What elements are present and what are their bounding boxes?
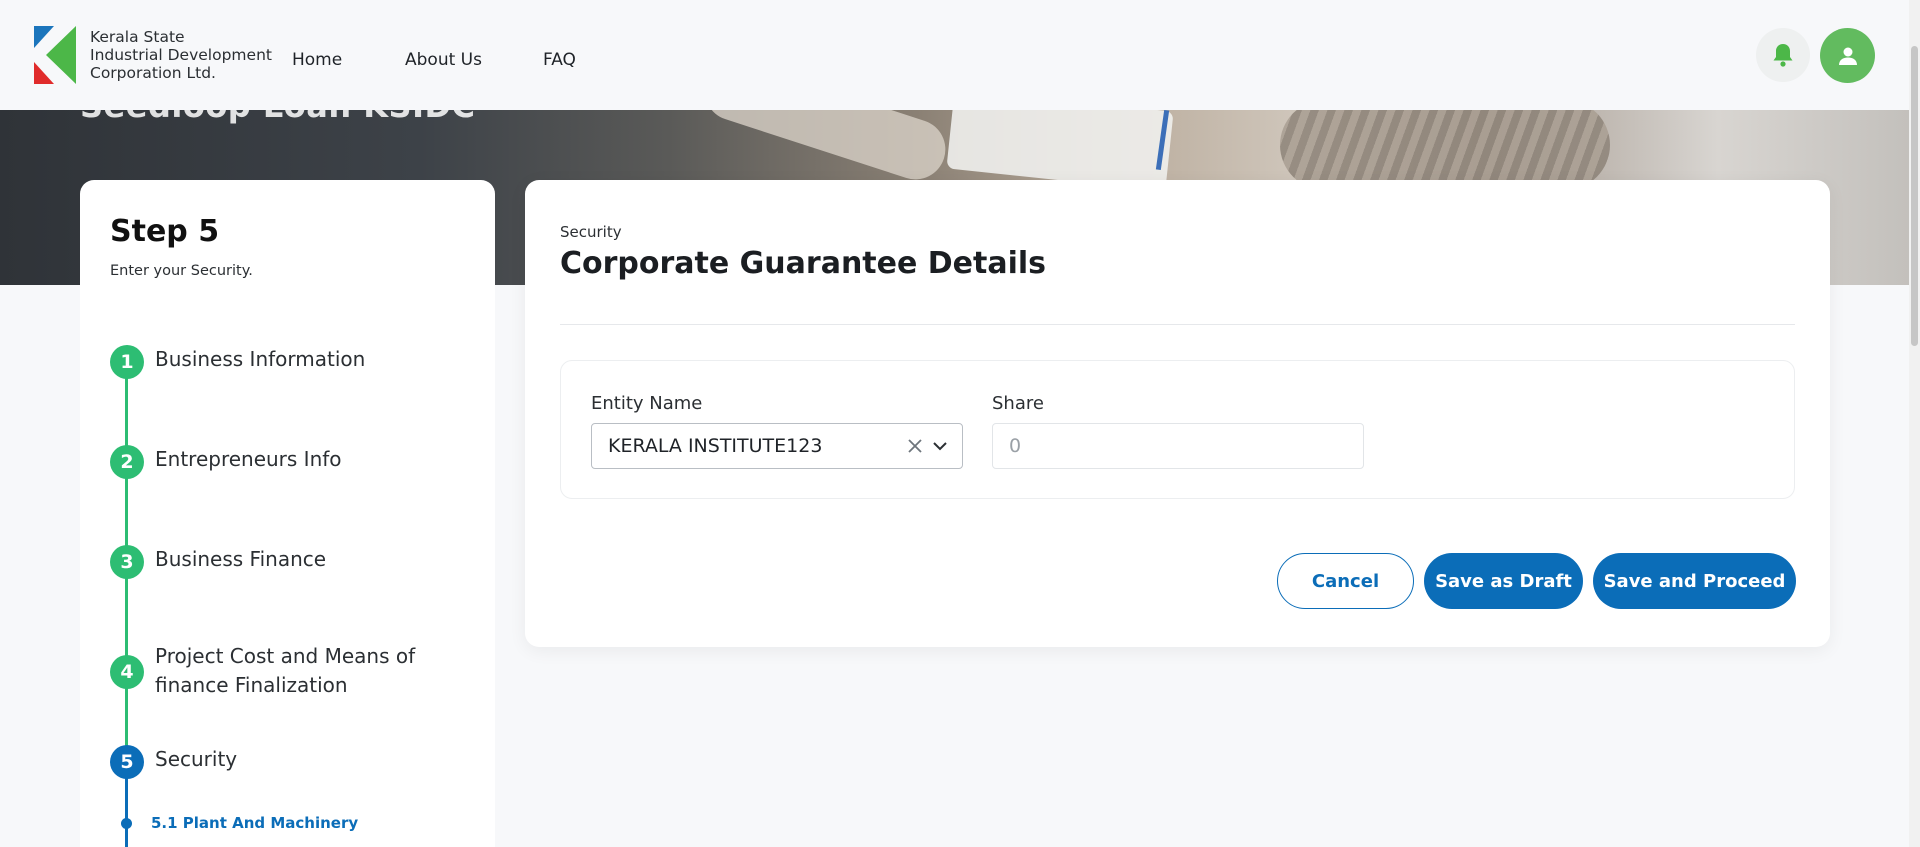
step-business-information[interactable]: 1 Business Information: [110, 345, 455, 379]
step-label: Business Finance: [155, 547, 327, 571]
chevron-down-icon[interactable]: [931, 437, 949, 455]
share-input[interactable]: [992, 423, 1364, 469]
step-number: 1: [110, 345, 144, 379]
entity-name-label: Entity Name: [591, 393, 703, 414]
step-label: Entrepreneurs Info: [155, 447, 342, 471]
save-and-proceed-button[interactable]: Save and Proceed: [1593, 553, 1796, 609]
profile-button[interactable]: [1820, 28, 1875, 83]
top-header: Kerala State Industrial Development Corp…: [0, 0, 1909, 110]
cancel-button[interactable]: Cancel: [1277, 553, 1414, 609]
scrollbar-thumb[interactable]: [1911, 46, 1918, 346]
step-entrepreneurs-info[interactable]: 2 Entrepreneurs Info: [110, 445, 455, 479]
substep-dot: [121, 818, 132, 829]
share-label: Share: [992, 393, 1044, 414]
notifications-button[interactable]: [1756, 28, 1810, 82]
substep-plant-machinery[interactable]: 5.1 Plant And Machinery: [151, 814, 358, 832]
clear-icon[interactable]: [905, 436, 925, 456]
step-number: 3: [110, 545, 144, 579]
step-subtitle: Enter your Security.: [110, 263, 253, 279]
nav-about-us[interactable]: About Us: [405, 50, 482, 70]
step-label: Project Cost and Means of finance Finali…: [155, 644, 416, 697]
step-heading: Step 5: [110, 214, 220, 249]
step-label: Security: [155, 747, 238, 771]
stepper-panel: Step 5 Enter your Security. 1 Business I…: [80, 180, 495, 847]
step-project-cost[interactable]: 4 Project Cost and Means of finance Fina…: [110, 642, 455, 700]
step-number: 4: [110, 655, 144, 689]
step-label: Business Information: [155, 347, 366, 371]
bell-icon: [1773, 44, 1793, 67]
entity-name-select[interactable]: KERALA INSTITUTE123: [591, 423, 963, 469]
nav-home[interactable]: Home: [292, 50, 342, 70]
step-number: 5: [110, 745, 144, 779]
save-as-draft-button[interactable]: Save as Draft: [1424, 553, 1583, 609]
step-number: 2: [110, 445, 144, 479]
form-card: Security Corporate Guarantee Details Ent…: [525, 180, 1830, 647]
entity-name-value: KERALA INSTITUTE123: [608, 435, 823, 457]
section-eyebrow: Security: [560, 223, 622, 241]
step-business-finance[interactable]: 3 Business Finance: [110, 545, 455, 579]
logo-text: Kerala State Industrial Development Corp…: [90, 28, 272, 82]
ksidc-logo[interactable]: [34, 26, 76, 84]
page-title: Corporate Guarantee Details: [560, 246, 1047, 281]
guarantee-form-box: Entity Name KERALA INSTITUTE123 Share: [560, 360, 1795, 499]
nav-faq[interactable]: FAQ: [543, 50, 576, 70]
divider: [560, 324, 1795, 325]
page-scrollbar[interactable]: [1909, 0, 1920, 847]
step-security[interactable]: 5 Security: [110, 745, 455, 779]
user-icon: [1838, 47, 1857, 65]
